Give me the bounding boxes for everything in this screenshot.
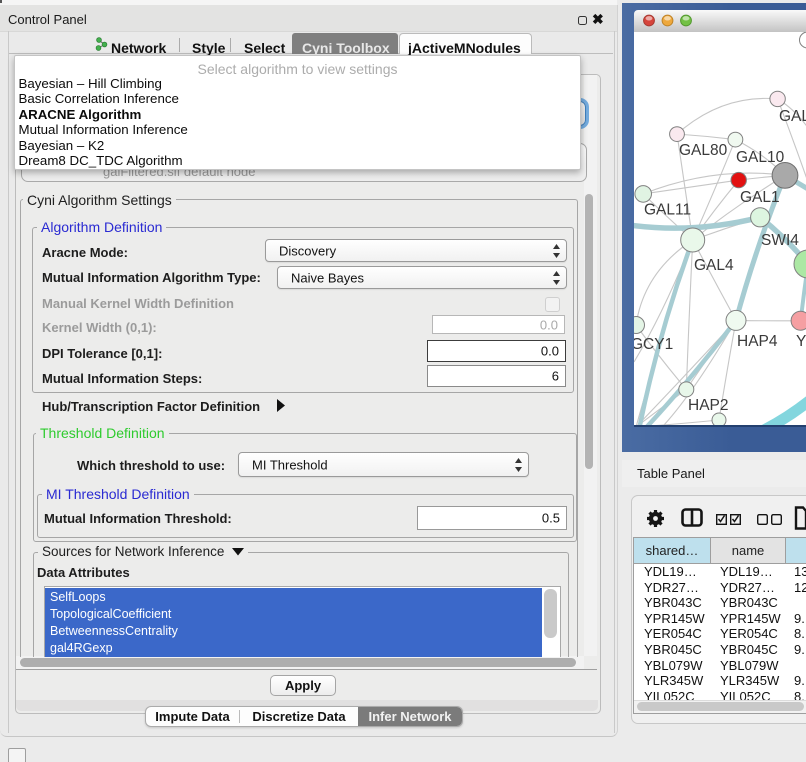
svg-text:GAL1: GAL1: [740, 189, 780, 206]
svg-text:SWI4: SWI4: [761, 232, 799, 249]
svg-text:HAP4: HAP4: [737, 333, 778, 350]
svg-text:HAP2: HAP2: [688, 397, 729, 414]
svg-text:GCY1: GCY1: [634, 336, 673, 353]
svg-text:Y: Y: [796, 333, 806, 350]
svg-text:GAL11: GAL11: [644, 202, 691, 219]
svg-text:GAL10: GAL10: [736, 149, 785, 166]
svg-text:GAL80: GAL80: [679, 142, 728, 159]
svg-text:GAL7: GAL7: [779, 108, 806, 125]
svg-text:GAL4: GAL4: [694, 257, 734, 274]
